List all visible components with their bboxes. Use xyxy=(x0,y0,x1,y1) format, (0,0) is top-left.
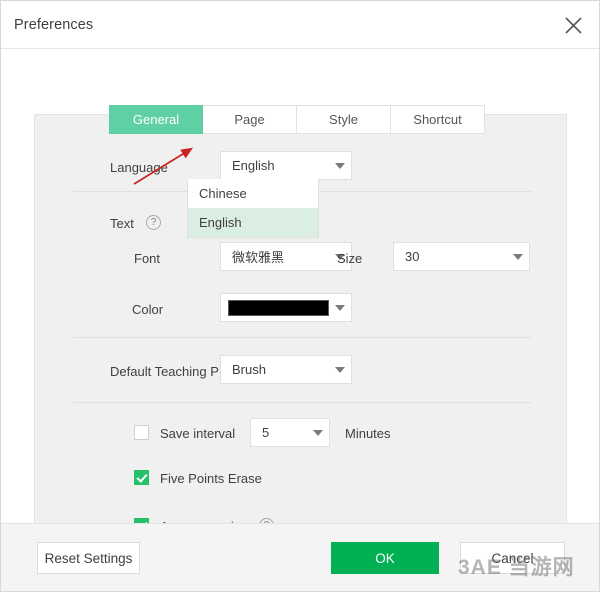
reset-settings-button[interactable]: Reset Settings xyxy=(37,542,140,574)
tab-bar: General Page Style Shortcut xyxy=(109,105,485,134)
close-icon[interactable] xyxy=(557,9,589,41)
five-points-erase-checkbox[interactable] xyxy=(134,470,149,485)
window-title: Preferences xyxy=(14,16,94,33)
language-value: English xyxy=(232,158,275,173)
language-option-chinese[interactable]: Chinese xyxy=(188,179,318,208)
color-label: Color xyxy=(132,302,164,317)
size-value: 30 xyxy=(405,249,420,264)
size-label: Size xyxy=(337,251,363,266)
color-swatch xyxy=(228,299,329,316)
five-points-erase-label: Five Points Erase xyxy=(160,471,262,486)
chevron-down-icon xyxy=(507,253,529,260)
chevron-down-icon xyxy=(329,366,351,373)
tab-general[interactable]: General xyxy=(109,105,203,134)
size-select[interactable]: 30 xyxy=(393,242,530,271)
language-label: Language xyxy=(110,160,168,175)
font-value: 微软雅黑 xyxy=(232,250,285,265)
color-select[interactable] xyxy=(220,293,352,322)
divider-2 xyxy=(73,337,531,338)
language-option-english[interactable]: English xyxy=(188,208,318,237)
dialog-footer: Reset Settings OK Cancel xyxy=(1,523,599,591)
language-select[interactable]: English xyxy=(220,151,352,180)
tab-page[interactable]: Page xyxy=(203,105,297,134)
title-bar: Preferences xyxy=(1,1,599,49)
font-label: Font xyxy=(134,251,161,266)
default-teaching-select[interactable]: Brush xyxy=(220,355,352,384)
chevron-down-icon xyxy=(329,162,351,169)
default-teaching-label: Default Teaching P xyxy=(110,364,219,379)
text-section-label: Text xyxy=(110,216,134,231)
font-select[interactable]: 微软雅黑 xyxy=(220,242,352,271)
tab-shortcut[interactable]: Shortcut xyxy=(391,105,485,134)
dialog-body: Language English Text ? Font 微软雅黑 Size 3… xyxy=(1,49,599,554)
cancel-button[interactable]: Cancel xyxy=(460,542,565,574)
chevron-down-icon xyxy=(329,304,351,311)
text-help-icon[interactable]: ? xyxy=(146,215,161,230)
tab-style[interactable]: Style xyxy=(297,105,391,134)
divider-3 xyxy=(73,402,531,403)
save-interval-value: 5 xyxy=(262,425,270,440)
save-interval-select[interactable]: 5 xyxy=(250,418,330,447)
chevron-down-icon xyxy=(307,429,329,436)
default-teaching-value: Brush xyxy=(232,362,266,377)
ok-button[interactable]: OK xyxy=(331,542,439,574)
save-interval-unit: Minutes xyxy=(345,426,391,441)
preferences-dialog: Preferences Language English Text ? Font… xyxy=(0,0,600,592)
language-dropdown-list: Chinese English xyxy=(187,179,319,238)
save-interval-label: Save interval xyxy=(160,426,236,441)
save-interval-checkbox[interactable] xyxy=(134,425,149,440)
